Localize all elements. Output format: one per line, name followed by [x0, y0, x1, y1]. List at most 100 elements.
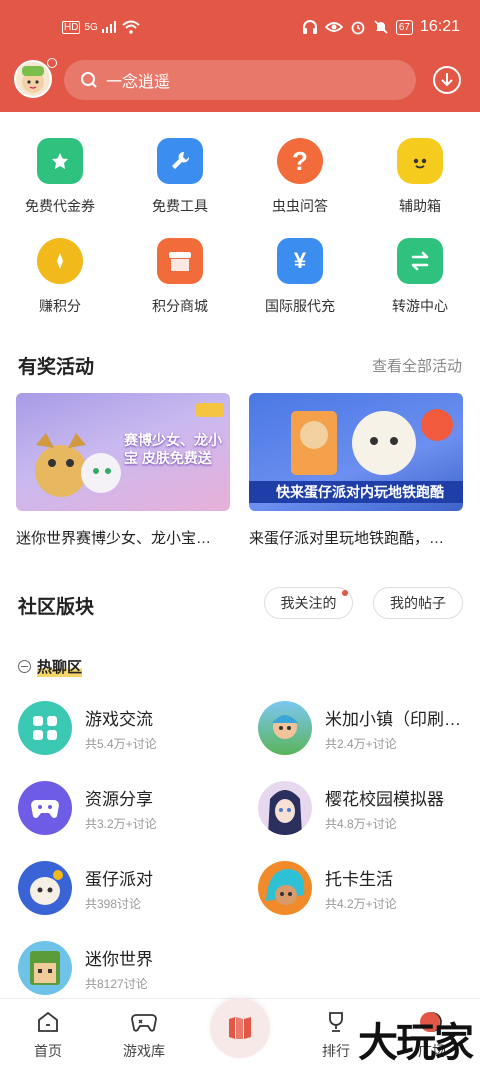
my-posts-label: 我的帖子: [390, 595, 446, 611]
forum-item[interactable]: 蛋仔派对 共398讨论: [18, 861, 235, 915]
banner-title: 快来蛋仔派对内玩地铁跑酷: [276, 484, 444, 500]
game-avatar-icon: [258, 781, 312, 835]
signal-icon: [101, 21, 116, 33]
forum-item[interactable]: 樱花校园模拟器 共4.8万+讨论: [258, 781, 475, 835]
forum-name: 迷你世界: [85, 949, 153, 969]
toolbox-icon: [157, 138, 203, 184]
home-icon: [38, 1011, 58, 1032]
eye-icon: [324, 22, 343, 32]
activity-caption[interactable]: 迷你世界赛博少女、龙小宝…: [16, 527, 230, 548]
forum-count: 共4.8万+讨论: [325, 816, 397, 831]
tool-label: 辅助箱: [399, 198, 441, 214]
forum-item[interactable]: 托卡生活 共4.2万+讨论: [258, 861, 475, 915]
collapse-icon[interactable]: [18, 660, 31, 673]
activity-banner[interactable]: 赛博少女、龙小宝 皮肤免费送: [16, 393, 230, 511]
voucher-icon: [37, 138, 83, 184]
forum-count: 共2.4万+讨论: [325, 736, 397, 751]
transfer-icon: [397, 238, 443, 284]
activity-banner[interactable]: 快来蛋仔派对内玩地铁跑酷: [249, 393, 463, 511]
following-label: 我关注的: [280, 595, 337, 611]
watermark-text: 大玩家: [358, 1020, 474, 1066]
tool-voucher[interactable]: 免费代金券: [0, 134, 120, 234]
game-avatar-icon: [18, 861, 72, 915]
book-icon: [229, 1017, 251, 1039]
tool-label: 转游中心: [392, 298, 448, 314]
tool-intl-topup[interactable]: ¥ 国际服代充: [240, 234, 360, 334]
wifi-icon: [122, 20, 140, 34]
forum-name: 资源分享: [85, 789, 153, 809]
tool-label: 国际服代充: [265, 298, 335, 314]
search-bar[interactable]: 一念逍遥: [64, 60, 416, 100]
question-icon: ?: [277, 138, 323, 184]
nav-game-library[interactable]: 游戏库: [104, 1009, 184, 1061]
gamepad-icon: [131, 1014, 157, 1032]
battery-indicator: 67: [395, 19, 413, 35]
center-action-button[interactable]: [210, 998, 270, 1058]
tools-row: 赚积分 积分商城 ¥ 国际服代充 转游中心: [0, 234, 480, 334]
tool-label: 积分商城: [152, 298, 208, 314]
nav-home[interactable]: 首页: [8, 1009, 88, 1061]
notification-dot: [342, 590, 348, 596]
wallet-icon: ¥: [277, 238, 323, 284]
forum-count: 共398讨论: [85, 896, 142, 911]
forum-item[interactable]: 资源分享 共3.2万+讨论: [18, 781, 235, 835]
forum-count: 共4.2万+讨论: [325, 896, 397, 911]
tool-label: 虫虫问答: [272, 198, 328, 214]
network-indicator: 5G: [84, 21, 98, 33]
coin-icon: [37, 238, 83, 284]
tool-qa[interactable]: ? 虫虫问答: [240, 134, 360, 234]
nav-label: 游戏库: [123, 1043, 165, 1059]
forum-count: 共8127讨论: [85, 976, 148, 991]
notification-dot: [47, 58, 57, 68]
clock: 16:21: [419, 18, 460, 35]
tools-row: 免费代金券 免费工具 ? 虫虫问答 辅助箱: [0, 134, 480, 234]
grid-apps-icon: [18, 701, 72, 755]
robot-icon: [397, 138, 443, 184]
my-posts-button[interactable]: 我的帖子: [373, 587, 463, 619]
forum-item[interactable]: 迷你世界 共8127讨论: [18, 941, 235, 995]
search-icon: [81, 72, 97, 88]
tool-label: 赚积分: [39, 298, 81, 314]
forum-count: 共3.2万+讨论: [85, 816, 157, 831]
forum-item[interactable]: 游戏交流 共5.4万+讨论: [18, 701, 235, 755]
hot-chat-label: 热聊区: [37, 656, 83, 677]
tool-earn-points[interactable]: 赚积分: [0, 234, 120, 334]
activities-title: 有奖活动: [18, 357, 95, 378]
tools-grid: 免费代金券 免费工具 ? 虫虫问答 辅助箱 赚积分 积分商城 ¥ 国际服代充 转…: [0, 134, 480, 334]
hot-chat-header[interactable]: 热聊区: [18, 656, 83, 677]
alarm-icon: [351, 21, 365, 35]
trophy-icon: [329, 1012, 343, 1032]
forum-count: 共5.4万+讨论: [85, 736, 157, 751]
forum-name: 托卡生活: [325, 869, 393, 889]
forum-name: 樱花校园模拟器: [325, 789, 444, 809]
user-avatar[interactable]: [14, 60, 52, 98]
view-all-activities-link[interactable]: 查看全部活动: [372, 355, 462, 376]
forum-name: 蛋仔派对: [85, 869, 153, 889]
tool-label: 免费代金券: [25, 198, 95, 214]
forum-item[interactable]: 米加小镇（印刷… 共2.4万+讨论: [258, 701, 475, 755]
tool-helper-box[interactable]: 辅助箱: [360, 134, 480, 234]
community-title: 社区版块: [18, 597, 95, 618]
activity-caption[interactable]: 来蛋仔派对里玩地铁跑酷，…: [249, 527, 463, 548]
hd-indicator: HD: [62, 20, 81, 34]
app-header: HD 5G 67 16:21 一念逍遥: [0, 0, 480, 112]
tool-free-tools[interactable]: 免费工具: [120, 134, 240, 234]
tool-label: 免费工具: [152, 198, 208, 214]
nav-label: 排行: [322, 1043, 350, 1059]
forum-name: 游戏交流: [85, 709, 153, 729]
nav-label: 首页: [34, 1043, 62, 1059]
status-bar: HD 5G 67 16:21: [0, 18, 480, 42]
headphone-icon: [302, 20, 317, 34]
download-icon[interactable]: [432, 65, 462, 95]
forum-name: 米加小镇（印刷…: [325, 709, 461, 729]
banner-title: 赛博少女、龙小宝 皮肤免费送: [124, 432, 222, 466]
tool-transfer-center[interactable]: 转游中心: [360, 234, 480, 334]
tool-points-store[interactable]: 积分商城: [120, 234, 240, 334]
gamepad-icon: [18, 781, 72, 835]
search-placeholder: 一念逍遥: [106, 74, 171, 91]
following-button[interactable]: 我关注的: [264, 587, 353, 619]
store-icon: [157, 238, 203, 284]
game-avatar-icon: [18, 941, 72, 995]
game-avatar-icon: [258, 861, 312, 915]
mute-icon: [374, 20, 388, 34]
